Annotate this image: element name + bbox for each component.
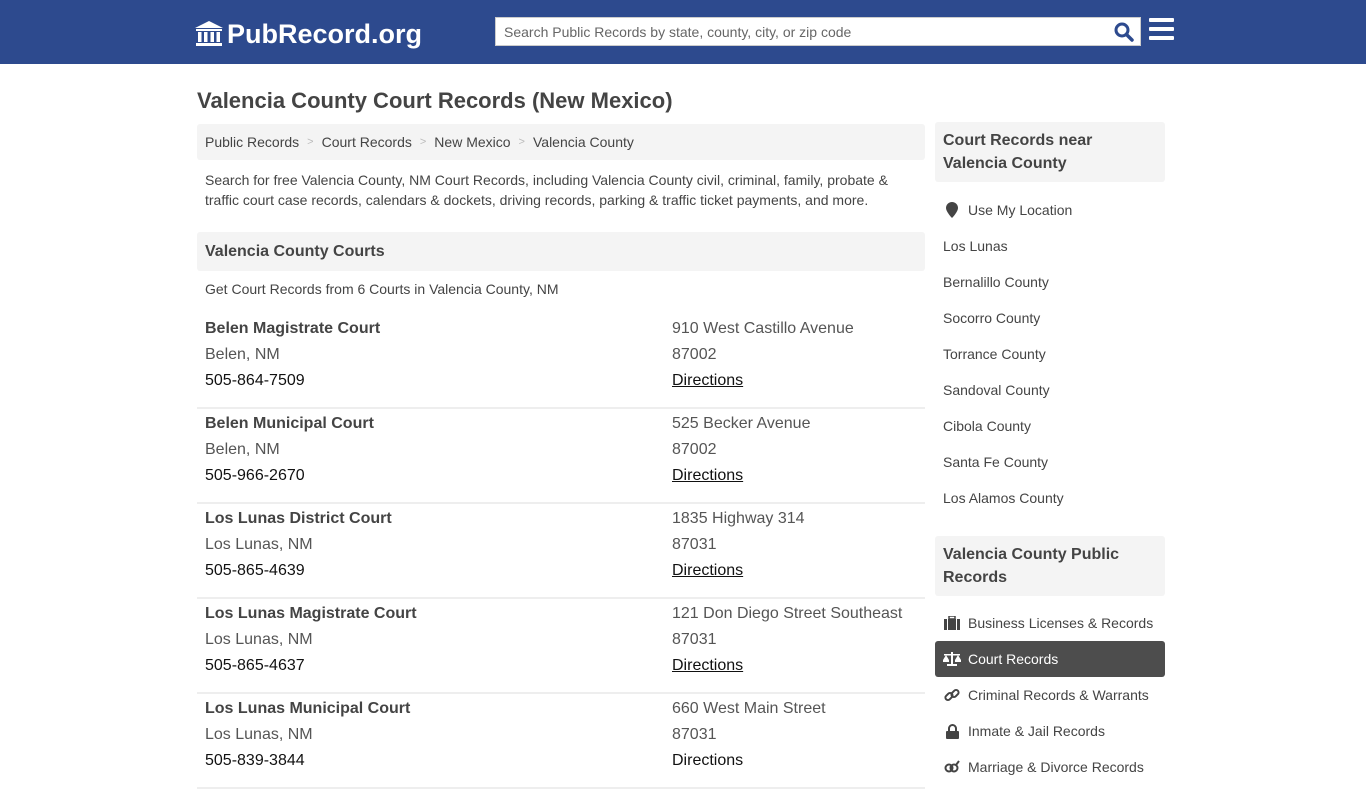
courts-section-heading: Valencia County Courts — [197, 232, 925, 271]
sidebar-item-label: Marriage & Divorce Records — [968, 759, 1144, 775]
breadcrumb-public-records[interactable]: Public Records — [205, 134, 299, 150]
search-input[interactable] — [496, 18, 1106, 45]
site-logo[interactable]: PubRecord.org — [195, 18, 422, 50]
sidebar-item-inmate-records[interactable]: Inmate & Jail Records — [935, 713, 1165, 749]
use-my-location-label: Use My Location — [968, 202, 1073, 218]
nearby-link[interactable]: Cibola County — [935, 408, 1165, 444]
breadcrumb: Public Records > Court Records > New Mex… — [197, 124, 925, 160]
court-city: Los Lunas, NM — [205, 631, 313, 648]
sidebar-item-court-records[interactable]: Court Records — [935, 641, 1165, 677]
court-zip: 87031 — [672, 631, 717, 648]
court-phone[interactable]: 505-865-4639 — [205, 562, 305, 580]
nearby-link[interactable]: Los Alamos County — [935, 480, 1165, 516]
court-address: 910 West Castillo Avenue — [672, 320, 854, 337]
nearby-heading: Court Records near Valencia County — [935, 122, 1165, 182]
breadcrumb-new-mexico[interactable]: New Mexico — [434, 134, 510, 150]
nearby-link[interactable]: Sandoval County — [935, 372, 1165, 408]
menu-bar — [1149, 36, 1174, 40]
nearby-link[interactable]: Bernalillo County — [935, 264, 1165, 300]
court-name[interactable]: Los Lunas Magistrate Court — [205, 605, 417, 623]
use-my-location-link[interactable]: Use My Location — [935, 192, 1165, 228]
lock-icon — [943, 723, 961, 739]
sidebar-item-label: Court Records — [968, 651, 1059, 667]
court-name[interactable]: Los Lunas District Court — [205, 510, 392, 528]
court-item: Los Lunas Municipal Court Los Lunas, NM … — [197, 694, 925, 789]
sidebar-item-label: Criminal Records & Warrants — [968, 687, 1149, 703]
court-item: Belen Magistrate Court Belen, NM 505-864… — [197, 314, 925, 409]
breadcrumb-court-records[interactable]: Court Records — [322, 134, 412, 150]
intro-text: Search for free Valencia County, NM Cour… — [205, 172, 888, 208]
public-records-list: Business Licenses & Records Court Record… — [935, 605, 1165, 785]
sidebar-item-marriage-records[interactable]: Marriage & Divorce Records — [935, 749, 1165, 785]
page-title: Valencia County Court Records (New Mexic… — [197, 88, 673, 113]
directions-link[interactable]: Directions — [672, 467, 743, 485]
nearby-link[interactable]: Torrance County — [935, 336, 1165, 372]
logo-text: PubRecord.org — [227, 18, 423, 49]
court-address: 660 West Main Street — [672, 700, 826, 717]
court-zip: 87002 — [672, 346, 717, 363]
courts-list: Belen Magistrate Court Belen, NM 505-864… — [197, 314, 925, 789]
court-item: Los Lunas Magistrate Court Los Lunas, NM… — [197, 599, 925, 694]
court-item: Los Lunas District Court Los Lunas, NM 5… — [197, 504, 925, 599]
court-name[interactable]: Belen Magistrate Court — [205, 320, 380, 338]
gender-icon — [943, 759, 961, 775]
directions-link[interactable]: Directions — [672, 752, 743, 770]
court-city: Belen, NM — [205, 441, 280, 458]
breadcrumb-separator: > — [307, 136, 314, 148]
sidebar-item-label: Business Licenses & Records — [968, 615, 1154, 631]
breadcrumb-valencia-county[interactable]: Valencia County — [533, 134, 634, 150]
search-button[interactable] — [1112, 21, 1136, 43]
nearby-link[interactable]: Santa Fe County — [935, 444, 1165, 480]
briefcase-icon — [943, 615, 961, 631]
nearby-link[interactable]: Socorro County — [935, 300, 1165, 336]
court-city: Los Lunas, NM — [205, 536, 313, 553]
court-phone[interactable]: 505-966-2670 — [205, 467, 305, 485]
court-name[interactable]: Belen Municipal Court — [205, 415, 374, 433]
breadcrumb-separator: > — [419, 136, 427, 148]
nearby-link[interactable]: Los Lunas — [935, 228, 1165, 264]
court-city: Los Lunas, NM — [205, 726, 313, 743]
directions-link[interactable]: Directions — [672, 562, 743, 580]
courthouse-icon — [195, 21, 223, 46]
court-name[interactable]: Los Lunas Municipal Court — [205, 700, 410, 718]
court-phone[interactable]: 505-839-3844 — [205, 752, 305, 770]
public-records-heading: Valencia County Public Records — [935, 536, 1165, 596]
menu-bar — [1149, 18, 1174, 22]
search-box — [495, 17, 1141, 46]
court-zip: 87031 — [672, 726, 717, 743]
directions-link[interactable]: Directions — [672, 372, 743, 390]
court-address: 1835 Highway 314 — [672, 510, 805, 527]
directions-link[interactable]: Directions — [672, 657, 743, 675]
sidebar-item-label: Inmate & Jail Records — [968, 723, 1105, 739]
court-phone[interactable]: 505-864-7509 — [205, 372, 305, 390]
court-item: Belen Municipal Court Belen, NM 505-966-… — [197, 409, 925, 504]
court-zip: 87002 — [672, 441, 717, 458]
nearby-list: Use My Location Los Lunas Bernalillo Cou… — [935, 192, 1165, 516]
court-address: 121 Don Diego Street Southeast — [672, 605, 903, 622]
search-icon — [1114, 22, 1134, 42]
scales-icon — [943, 651, 961, 667]
breadcrumb-separator: > — [518, 136, 525, 148]
link-icon — [943, 687, 961, 703]
sidebar-item-business-licenses[interactable]: Business Licenses & Records — [935, 605, 1165, 641]
court-zip: 87031 — [672, 536, 717, 553]
courts-section-subheading: Get Court Records from 6 Courts in Valen… — [205, 281, 559, 297]
court-city: Belen, NM — [205, 346, 280, 363]
hamburger-menu-button[interactable] — [1149, 18, 1176, 44]
court-phone[interactable]: 505-865-4637 — [205, 657, 305, 675]
map-marker-icon — [943, 202, 961, 218]
sidebar-item-criminal-records[interactable]: Criminal Records & Warrants — [935, 677, 1165, 713]
menu-bar — [1149, 27, 1174, 31]
court-address: 525 Becker Avenue — [672, 415, 811, 432]
site-header: PubRecord.org — [0, 0, 1366, 64]
